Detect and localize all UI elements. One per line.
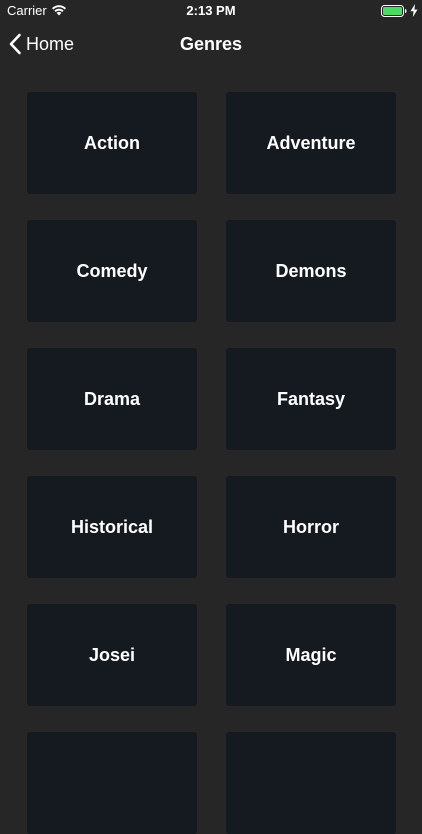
- status-bar: Carrier 2:13 PM: [0, 0, 422, 22]
- genre-tile-historical[interactable]: Historical: [27, 476, 197, 578]
- navigation-bar: Home Genres: [0, 22, 422, 66]
- genre-grid: Action Adventure Comedy Demons Drama Fan…: [27, 92, 396, 834]
- genre-tile-partial-left[interactable]: [27, 732, 197, 834]
- charging-bolt-icon: [410, 4, 418, 17]
- genre-tile-horror[interactable]: Horror: [226, 476, 396, 578]
- battery-icon: [381, 5, 407, 17]
- genre-tile-action[interactable]: Action: [27, 92, 197, 194]
- genre-tile-drama[interactable]: Drama: [27, 348, 197, 450]
- genre-tile-fantasy[interactable]: Fantasy: [226, 348, 396, 450]
- genre-tile-magic[interactable]: Magic: [226, 604, 396, 706]
- genre-tile-adventure[interactable]: Adventure: [226, 92, 396, 194]
- genre-tile-partial-right[interactable]: [226, 732, 396, 834]
- status-time: 2:13 PM: [186, 3, 236, 18]
- genre-tile-comedy[interactable]: Comedy: [27, 220, 197, 322]
- genre-tile-josei[interactable]: Josei: [27, 604, 197, 706]
- page-title: Genres: [179, 34, 243, 54]
- genre-tile-demons[interactable]: Demons: [226, 220, 396, 322]
